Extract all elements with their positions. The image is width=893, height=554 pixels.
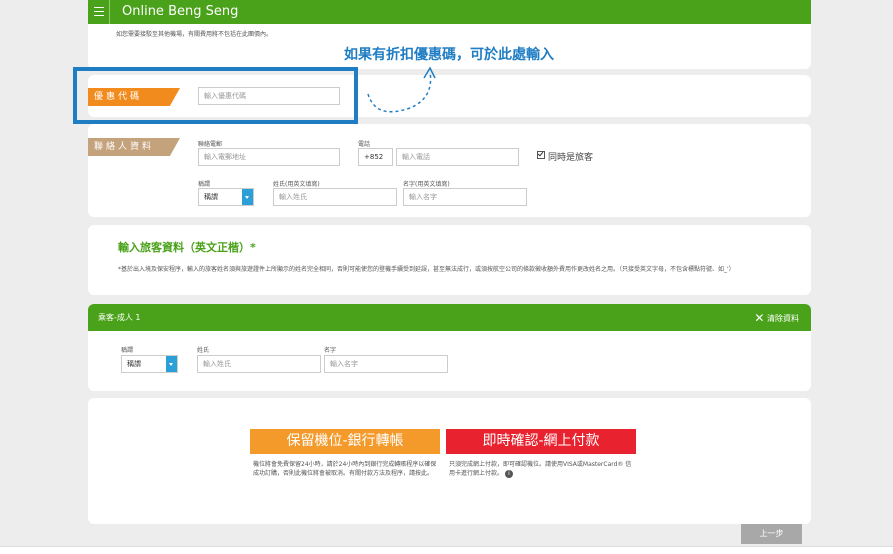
- passenger-header: 乘客-成人 1 ✕ 清除資料: [88, 304, 811, 331]
- passenger-given-field[interactable]: 輸入名字: [324, 355, 448, 373]
- passenger-given-label: 名字: [324, 347, 337, 354]
- passenger-title-value: 稱謂: [127, 360, 141, 368]
- close-icon: ✕: [754, 311, 765, 325]
- contact-tag: 聯絡人資料: [88, 138, 180, 156]
- online-payment-button[interactable]: 即時確認-網上付款: [446, 429, 636, 454]
- contact-title-label: 稱謂: [198, 181, 211, 188]
- check-icon: [537, 150, 544, 157]
- clear-data-label: 清除資料: [767, 314, 799, 323]
- passenger-title-select[interactable]: 稱謂: [121, 355, 178, 373]
- reserve-description: 機位將會免費保留24小時，請於24小時內到銀行完成轉賬程序以確保成功訂購，否則此…: [253, 461, 437, 477]
- bottom-footer-strip: [0, 546, 893, 554]
- back-button[interactable]: 上一步: [741, 524, 802, 544]
- notice-text: 如您需要接駁至其他機場，有關費用將不包括在此團價內。: [116, 31, 273, 38]
- traveler-info-card: [88, 225, 811, 295]
- app-title: Online Beng Seng: [122, 4, 239, 19]
- passenger-header-title: 乘客-成人 1: [98, 313, 141, 322]
- phone-label: 電話: [358, 141, 371, 148]
- dashed-arrow-icon: [367, 66, 436, 113]
- email-field[interactable]: 輸入電郵地址: [198, 148, 340, 166]
- info-icon[interactable]: i: [504, 470, 513, 478]
- reserve-bank-transfer-button[interactable]: 保留機位-銀行轉帳: [250, 429, 440, 454]
- contact-given-label: 名字(用英文填寫): [403, 181, 450, 188]
- same-as-traveler-label: 同時是旅客: [548, 153, 594, 163]
- online-payment-description: 只須完成網上付款，即可確認機位。請使用VISA或MasterCard® 信用卡進…: [449, 461, 632, 478]
- top-bar: Online Beng Seng: [88, 0, 811, 24]
- passenger-title-label: 稱謂: [121, 347, 134, 354]
- promo-highlight-box: [73, 67, 358, 124]
- traveler-info-note: *基於出入境及保安程序，輸入的旅客姓名須與旅遊證件上所顯示的姓名完全相同，否則可…: [118, 266, 735, 273]
- phone-field[interactable]: 輸入電話: [396, 148, 519, 166]
- same-as-traveler-checkbox[interactable]: [537, 150, 545, 159]
- contact-surname-field[interactable]: 輸入姓氏: [273, 188, 397, 206]
- promo-annotation: 如果有折扣優惠碼，可於此處輸入: [344, 47, 554, 63]
- passenger-surname-label: 姓氏: [197, 347, 210, 354]
- phone-code-field[interactable]: +852: [358, 148, 393, 166]
- clear-data-button[interactable]: ✕ 清除資料: [754, 311, 799, 325]
- contact-title-value: 稱謂: [204, 193, 218, 201]
- passenger-surname-field[interactable]: 輸入姓氏: [197, 355, 321, 373]
- contact-given-field[interactable]: 輸入名字: [403, 188, 527, 206]
- contact-surname-label: 姓氏(用英文填寫): [273, 181, 320, 188]
- contact-title-select[interactable]: 稱謂: [198, 188, 254, 206]
- chevron-down-icon: [242, 189, 253, 205]
- chevron-down-icon: [166, 356, 177, 372]
- traveler-info-title: 輸入旅客資料（英文正楷）*: [118, 241, 256, 254]
- menu-icon[interactable]: [88, 0, 110, 24]
- email-label: 聯絡電郵: [198, 141, 223, 148]
